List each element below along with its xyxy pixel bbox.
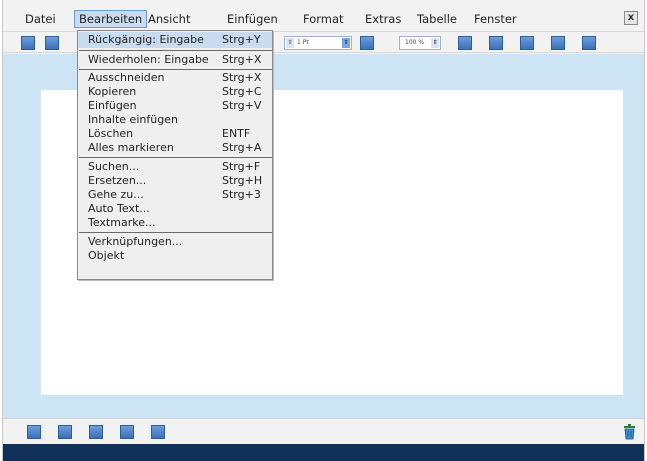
toolbar-button-icon[interactable] (520, 36, 534, 50)
close-icon[interactable]: x (624, 11, 638, 25)
menu-item-shortcut: Strg+H (222, 174, 263, 187)
menu-item-label: Ausschneiden (88, 71, 165, 84)
menu-item-bookmark[interactable]: Textmarke... (78, 216, 272, 230)
menu-format[interactable]: Format (299, 10, 348, 28)
menu-item-shortcut: Strg+Y (222, 33, 261, 46)
menu-item-undo[interactable]: Rückgängig: Eingabe Strg+Y (78, 32, 272, 48)
zoom-value: 100 % (405, 39, 425, 46)
menu-item-label: Auto Text... (88, 202, 150, 215)
menu-item-autotext[interactable]: Auto Text... (78, 202, 272, 216)
menu-item-label: Objekt (88, 249, 125, 262)
menu-ansicht[interactable]: Ansicht (144, 10, 194, 28)
menu-item-label: Wiederholen: Eingabe (88, 53, 209, 66)
menu-item-shortcut: Strg+F (222, 160, 261, 173)
menu-item-goto[interactable]: Gehe zu... Strg+3 (78, 188, 272, 202)
menu-einfuegen[interactable]: Einfügen (223, 10, 282, 28)
menu-item-label: Gehe zu... (88, 188, 144, 201)
toolbar-button-icon[interactable] (489, 36, 503, 50)
menu-item-shortcut: Strg+V (222, 99, 262, 112)
line-width-spinner[interactable]: ⇕ 1 Pt ⇕ (284, 36, 352, 50)
menu-item-label: Löschen (88, 127, 134, 140)
menu-item-label: Ersetzen... (88, 174, 147, 187)
spinner-icon[interactable]: ⇕ (342, 38, 350, 48)
menu-extras[interactable]: Extras (361, 10, 405, 28)
menu-item-label: Alles markieren (88, 141, 174, 154)
menu-item-shortcut: Strg+3 (222, 188, 261, 201)
menu-bearbeiten[interactable]: Bearbeiten (74, 10, 148, 28)
menu-divider (79, 157, 272, 158)
toolbar-button-icon[interactable] (120, 425, 134, 439)
menu-divider (79, 69, 272, 70)
toolbar-button-icon[interactable] (360, 36, 374, 50)
toolbar-button-icon[interactable] (58, 425, 72, 439)
menu-item-delete[interactable]: Löschen ENTF (78, 127, 272, 141)
status-bar (3, 444, 644, 461)
menu-item-paste-special[interactable]: Inhalte einfügen (78, 113, 272, 127)
toolbar-button-icon[interactable] (27, 425, 41, 439)
menu-datei[interactable]: Datei (21, 10, 60, 28)
toolbar-button-icon[interactable] (89, 425, 103, 439)
menu-item-shortcut: Strg+X (222, 71, 262, 84)
menu-item-paste[interactable]: Einfügen Strg+V (78, 99, 272, 113)
menu-tabelle[interactable]: Tabelle (413, 10, 461, 28)
menu-item-label: Inhalte einfügen (88, 113, 178, 126)
menubar: Datei Bearbeiten Ansicht Einfügen Format… (3, 8, 644, 30)
edit-menu-dropdown: Rückgängig: Eingabe Strg+Y Wiederholen: … (77, 30, 273, 280)
menu-item-redo[interactable]: Wiederholen: Eingabe Strg+X (78, 53, 272, 67)
menu-item-shortcut: Strg+C (222, 85, 262, 98)
menu-item-cut[interactable]: Ausschneiden Strg+X (78, 71, 272, 85)
toolbar-button-icon[interactable] (582, 36, 596, 50)
menu-item-shortcut: ENTF (222, 127, 251, 140)
trash-icon[interactable] (623, 424, 636, 440)
menu-item-label: Einfügen (88, 99, 137, 112)
app-window: Datei Bearbeiten Ansicht Einfügen Format… (2, 0, 645, 461)
menu-item-object[interactable]: Objekt (78, 249, 272, 263)
menu-item-replace[interactable]: Ersetzen... Strg+H (78, 174, 272, 188)
menu-item-find[interactable]: Suchen... Strg+F (78, 160, 272, 174)
bottom-toolbar (3, 418, 644, 444)
toolbar-button-icon[interactable] (45, 36, 59, 50)
menu-divider (79, 50, 272, 51)
menu-item-label: Kopieren (88, 85, 137, 98)
line-width-value: 1 Pt (297, 39, 309, 46)
menu-item-label: Verknüpfungen... (88, 235, 183, 248)
menu-item-links[interactable]: Verknüpfungen... (78, 235, 272, 249)
menu-divider (79, 232, 272, 233)
spinner-icon[interactable]: ⇕ (431, 38, 439, 48)
zoom-spinner[interactable]: 100 % ⇕ (399, 36, 441, 50)
menu-item-copy[interactable]: Kopieren Strg+C (78, 85, 272, 99)
toolbar-button-icon[interactable] (21, 36, 35, 50)
toolbar-button-icon[interactable] (151, 425, 165, 439)
toolbar-button-icon[interactable] (551, 36, 565, 50)
menu-item-label: Rückgängig: Eingabe (88, 33, 204, 46)
menu-item-shortcut: Strg+A (222, 141, 262, 154)
menu-fenster[interactable]: Fenster (470, 10, 521, 28)
menu-item-label: Textmarke... (88, 216, 156, 229)
toolbar-button-icon[interactable] (458, 36, 472, 50)
menu-item-label: Suchen... (88, 160, 140, 173)
spinner-icon[interactable]: ⇕ (286, 38, 294, 48)
menu-item-shortcut: Strg+X (222, 53, 262, 66)
menu-item-select-all[interactable]: Alles markieren Strg+A (78, 141, 272, 155)
